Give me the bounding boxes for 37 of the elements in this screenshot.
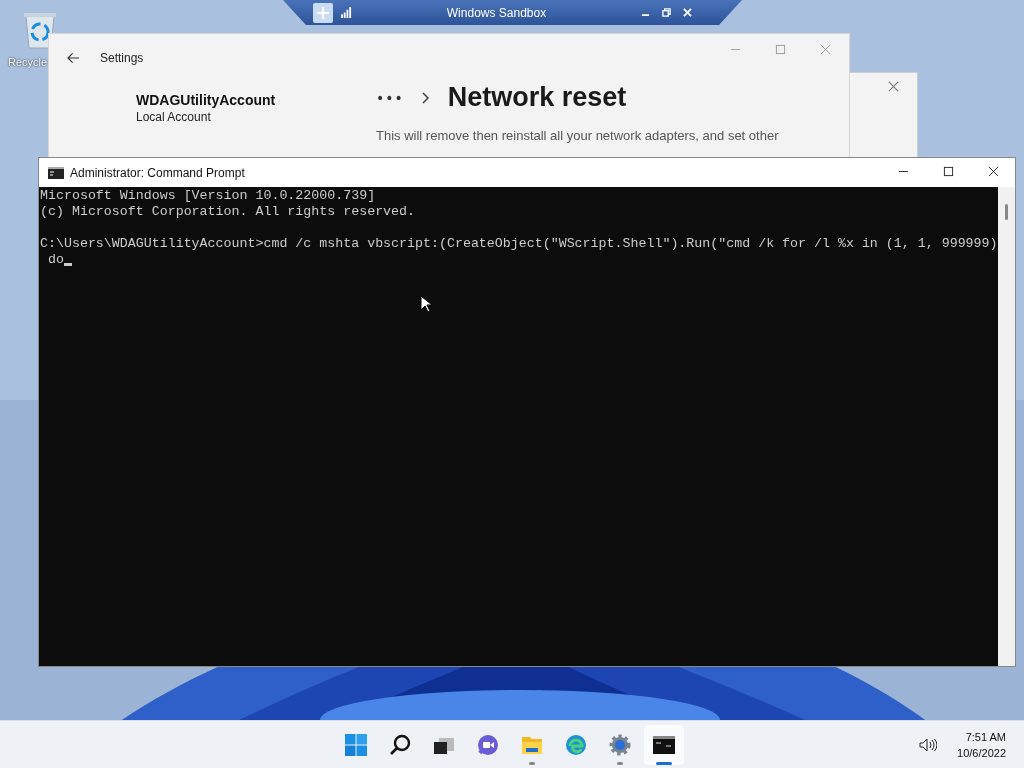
- terminal-icon: [652, 733, 676, 757]
- clock-date[interactable]: 10/6/2022: [957, 745, 1006, 761]
- taskbar-button[interactable]: [644, 725, 684, 765]
- page-title: Network reset: [447, 82, 627, 113]
- account-type: Local Account: [136, 110, 212, 124]
- start-icon: [344, 733, 368, 757]
- running-indicator: [656, 762, 672, 765]
- volume-icon[interactable]: [919, 738, 938, 752]
- maximize-icon[interactable]: [943, 166, 954, 177]
- running-indicator: [617, 762, 623, 765]
- browser-icon: [564, 733, 588, 757]
- gear-icon: [608, 733, 632, 757]
- clock-time[interactable]: 7:51 AM: [965, 729, 1006, 745]
- more-button[interactable]: •••: [376, 89, 404, 106]
- terminal-icon: [48, 166, 64, 179]
- account-name: WDAGUtilityAccount: [136, 92, 277, 108]
- console-line: Microsoft Windows [Version 10.0.22000.739]: [40, 188, 376, 204]
- window-title: Settings: [100, 51, 144, 65]
- console-line: do: [46, 252, 64, 268]
- scrollbar[interactable]: [998, 187, 1015, 666]
- chat-icon: [476, 733, 500, 757]
- scrollbar-thumb[interactable]: [1005, 204, 1008, 220]
- window-title: Windows Sandbox: [445, 5, 548, 20]
- mouse-pointer-icon: [420, 295, 432, 313]
- back-arrow-icon[interactable]: [67, 52, 80, 64]
- window-title: Administrator: Command Prompt: [70, 165, 245, 180]
- restore-icon[interactable]: [662, 8, 671, 17]
- running-indicator: [529, 762, 535, 765]
- close-icon[interactable]: [988, 166, 999, 177]
- pin-icon[interactable]: [313, 2, 333, 23]
- search-icon: [388, 733, 412, 757]
- description-text: This will remove then reinstall all your network adapters, and set other: [376, 128, 779, 143]
- chevron-icon: [421, 91, 430, 104]
- console-line: C:\Users\WDAGUtilityAccount>cmd /c mshta vbscript:(CreateObject("WScript.Shell").Run("cmd /k for /l %x in (1, 1, 999999): [40, 236, 998, 252]
- signal-icon: [341, 7, 352, 18]
- text-cursor: [63, 263, 72, 266]
- console-line: (c) Microsoft Corporation. All rights reserved.: [40, 204, 416, 220]
